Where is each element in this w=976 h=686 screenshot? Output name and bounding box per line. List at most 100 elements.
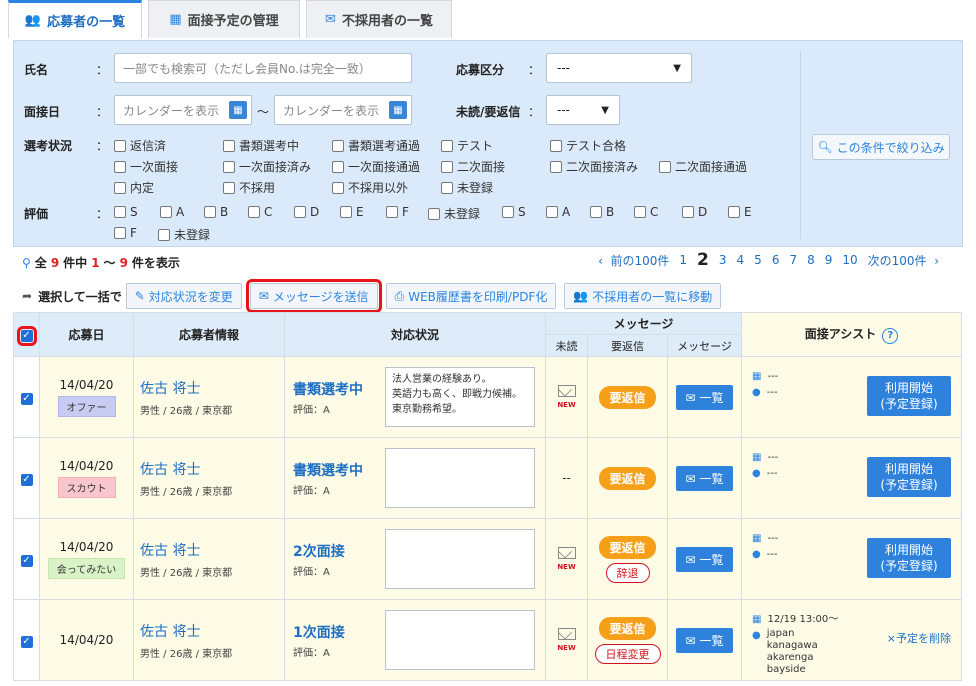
- page-link[interactable]: 9: [825, 253, 833, 267]
- checkbox-box[interactable]: [728, 206, 740, 218]
- send-message-button[interactable]: ✉ メッセージを送信: [245, 279, 382, 313]
- checkbox-box[interactable]: [332, 181, 344, 194]
- checkbox-box[interactable]: [332, 139, 344, 152]
- status-link[interactable]: 1次面接: [285, 622, 345, 642]
- checkbox-box[interactable]: [114, 227, 126, 239]
- row-checkbox[interactable]: ✓: [20, 554, 33, 567]
- rating-checkbox[interactable]: A: [546, 205, 570, 219]
- rating-checkbox[interactable]: F: [386, 205, 409, 219]
- checkbox-box[interactable]: [659, 160, 671, 173]
- checkbox-box[interactable]: [441, 181, 453, 194]
- help-icon[interactable]: ?: [882, 328, 899, 344]
- checkbox-box[interactable]: [340, 206, 352, 218]
- checkbox-box[interactable]: [160, 206, 172, 218]
- checkbox-box[interactable]: [332, 160, 344, 173]
- page-link[interactable]: 6: [772, 253, 780, 267]
- checkbox-box[interactable]: [546, 206, 558, 218]
- message-list-button[interactable]: ✉ 一覧: [675, 384, 734, 410]
- status-checkbox[interactable]: 一次面接済み: [223, 158, 311, 175]
- app-type-select[interactable]: --- ▼: [546, 53, 692, 83]
- page-link[interactable]: 5: [754, 253, 762, 267]
- start-assist-button[interactable]: 利用開始 (予定登録): [867, 538, 952, 578]
- calendar-icon[interactable]: ▦: [389, 101, 407, 119]
- rating-checkbox[interactable]: S: [502, 205, 526, 219]
- applicant-name-link[interactable]: 佐古 将士: [134, 621, 284, 641]
- start-assist-button[interactable]: 利用開始 (予定登録): [867, 376, 952, 416]
- message-list-button[interactable]: ✉ 一覧: [675, 546, 734, 572]
- page-link[interactable]: 7: [789, 253, 797, 267]
- mail-icon[interactable]: [557, 547, 576, 559]
- page-link[interactable]: 8: [807, 253, 815, 267]
- checkbox-box[interactable]: [223, 139, 235, 152]
- checkbox-box[interactable]: [114, 181, 126, 194]
- tab-rejected[interactable]: ✉ 不採用者の一覧: [306, 0, 452, 38]
- status-link[interactable]: 2次面接: [285, 541, 345, 561]
- page-link[interactable]: 10: [842, 253, 857, 267]
- checkbox-box[interactable]: [590, 206, 602, 218]
- applicant-name-link[interactable]: 佐古 将士: [134, 540, 284, 560]
- filter-button[interactable]: 🔍︎ この条件で絞り込み: [812, 134, 950, 160]
- status-checkbox[interactable]: テスト: [441, 137, 493, 154]
- delete-schedule-link[interactable]: ×予定を削除: [887, 630, 951, 646]
- unread-select[interactable]: --- ▼: [546, 95, 620, 125]
- status-checkbox[interactable]: 内定: [114, 179, 154, 196]
- rating-checkbox[interactable]: F: [114, 226, 137, 240]
- checkbox-box[interactable]: [204, 206, 216, 218]
- row-checkbox[interactable]: ✓: [20, 392, 33, 405]
- print-resume-button[interactable]: ⎙ WEB履歴書を印刷/PDF化: [385, 283, 557, 309]
- row-checkbox[interactable]: ✓: [20, 473, 33, 486]
- applicant-name-link[interactable]: 佐古 将士: [134, 378, 284, 398]
- rating-checkbox[interactable]: D: [682, 205, 707, 219]
- checkbox-box[interactable]: [441, 160, 453, 173]
- status-checkbox[interactable]: テスト合格: [550, 137, 626, 154]
- status-checkbox[interactable]: 二次面接通過: [659, 158, 747, 175]
- page-link[interactable]: 1: [679, 253, 687, 267]
- reply-badge[interactable]: 要返信: [599, 466, 656, 490]
- status-checkbox[interactable]: 二次面接済み: [550, 158, 638, 175]
- row-checkbox[interactable]: ✓: [20, 635, 33, 648]
- checkbox-box[interactable]: [634, 206, 646, 218]
- status-checkbox[interactable]: 書類選考中: [223, 137, 299, 154]
- status-checkbox[interactable]: 未登録: [441, 179, 493, 196]
- select-all-checkbox[interactable]: ✓: [16, 326, 37, 346]
- change-status-button[interactable]: ✎ 対応状況を変更: [125, 283, 242, 309]
- calendar-icon[interactable]: ▦: [229, 101, 247, 119]
- status-checkbox[interactable]: 二次面接: [441, 158, 505, 175]
- tab-interviews[interactable]: ▦ 面接予定の管理: [148, 0, 300, 38]
- move-to-rejected-button[interactable]: 👥 不採用者の一覧に移動: [564, 283, 722, 309]
- rating-checkbox[interactable]: 未登録: [158, 226, 210, 243]
- rating-checkbox[interactable]: C: [248, 205, 272, 219]
- checkbox-box[interactable]: [294, 206, 306, 218]
- checkbox-box[interactable]: [248, 206, 260, 218]
- start-assist-button[interactable]: 利用開始 (予定登録): [867, 457, 952, 497]
- message-list-button[interactable]: ✉ 一覧: [675, 465, 734, 491]
- reply-badge[interactable]: 要返信: [599, 385, 656, 409]
- mail-icon[interactable]: [557, 628, 576, 640]
- rating-checkbox[interactable]: B: [204, 205, 228, 219]
- rating-checkbox[interactable]: D: [294, 205, 319, 219]
- checkbox-box[interactable]: [682, 206, 694, 218]
- checkbox-box[interactable]: [223, 181, 235, 194]
- checkbox-box[interactable]: [386, 206, 398, 218]
- date-from-input[interactable]: カレンダーを表示 ▦: [114, 95, 252, 125]
- checkbox-box[interactable]: [114, 160, 126, 173]
- memo-textarea[interactable]: [385, 610, 535, 670]
- checkbox-box[interactable]: [502, 206, 514, 218]
- next-page-link[interactable]: 次の100件 ›: [868, 252, 939, 269]
- status-checkbox[interactable]: 不採用以外: [332, 179, 408, 196]
- status-checkbox[interactable]: 一次面接通過: [332, 158, 420, 175]
- page-link[interactable]: 3: [719, 253, 727, 267]
- checkbox-box[interactable]: [223, 160, 235, 173]
- memo-textarea[interactable]: [385, 448, 535, 508]
- status-checkbox[interactable]: 一次面接: [114, 158, 178, 175]
- status-checkbox[interactable]: 書類選考通過: [332, 137, 420, 154]
- rating-checkbox[interactable]: E: [340, 205, 364, 219]
- applicant-name-link[interactable]: 佐古 将士: [134, 459, 284, 479]
- rating-checkbox[interactable]: 未登録: [428, 205, 480, 222]
- status-link[interactable]: 書類選考中: [285, 379, 363, 399]
- rating-checkbox[interactable]: E: [728, 205, 752, 219]
- name-input[interactable]: 一部でも検索可（ただし会員No.は完全一致）: [114, 53, 412, 83]
- rating-checkbox[interactable]: A: [160, 205, 184, 219]
- memo-textarea[interactable]: [385, 529, 535, 589]
- date-to-input[interactable]: カレンダーを表示 ▦: [274, 95, 412, 125]
